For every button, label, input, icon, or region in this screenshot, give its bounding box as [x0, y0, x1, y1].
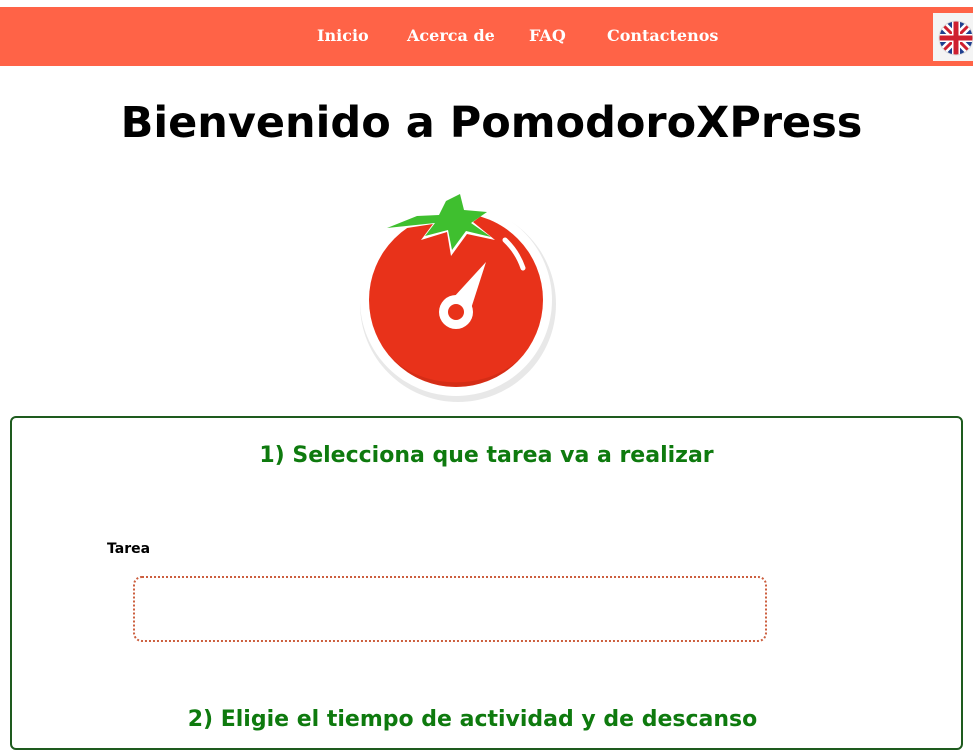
task-setup-panel: 1) Selecciona que tarea va a realizar Ta…	[10, 416, 963, 750]
page-title: Bienvenido a PomodoroXPress	[120, 98, 863, 148]
tomato-timer-icon	[360, 190, 556, 402]
pomodoro-logo	[355, 180, 565, 410]
step1-title: 1) Selecciona que tarea va a realizar	[259, 443, 714, 468]
step2-title: 2) Eligie el tiempo de actividad y de de…	[187, 707, 758, 732]
uk-flag-icon	[938, 20, 973, 56]
nav-link-faq[interactable]: FAQ	[529, 26, 566, 46]
main-nav: Inicio Acerca de FAQ Contactenos	[0, 7, 973, 66]
task-input[interactable]	[133, 576, 767, 642]
nav-link-inicio[interactable]: Inicio	[317, 26, 369, 46]
nav-link-contactenos[interactable]: Contactenos	[607, 26, 718, 46]
task-label: Tarea	[107, 541, 151, 557]
top-navbar: Inicio Acerca de FAQ Contactenos	[0, 7, 973, 66]
nav-link-acerca[interactable]: Acerca de	[407, 26, 495, 46]
language-switch-button[interactable]	[933, 13, 973, 61]
